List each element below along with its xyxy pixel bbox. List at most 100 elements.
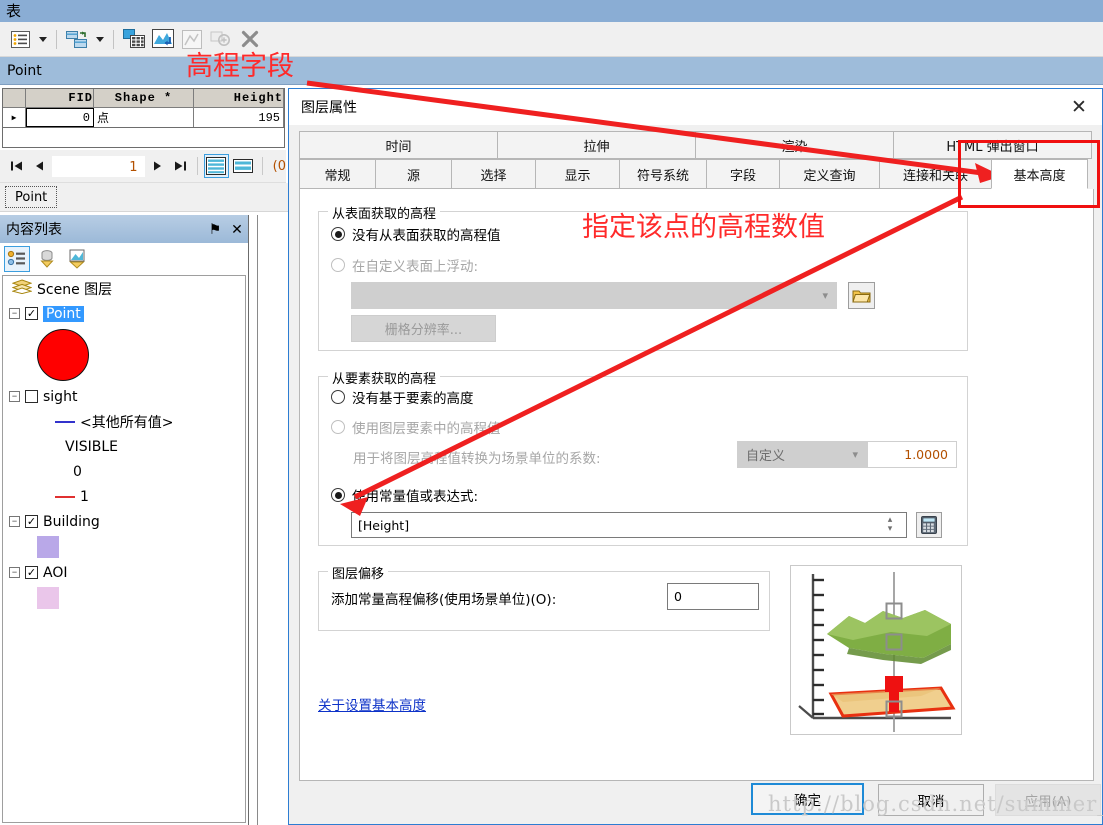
toc-header: 内容列表 ⚑ ✕	[0, 215, 248, 243]
sidebar-item-sight[interactable]: − sight	[3, 384, 245, 409]
table-header-shape[interactable]: Shape *	[94, 89, 194, 108]
expander-icon-sight[interactable]: −	[9, 391, 20, 402]
dropdown-caret-icon-2[interactable]	[93, 26, 106, 52]
group-title-surfaces: 从表面获取的高程	[328, 203, 441, 222]
radio-float-on-custom-surface[interactable]: 在自定义表面上浮动:	[331, 255, 478, 275]
raster-resolution-button[interactable]: 栅格分辨率...	[351, 315, 496, 342]
record-count-label: (0	[272, 158, 286, 174]
toc-tree[interactable]: Scene 图层 − ✓ Point − sight <其他所有值> VISIB…	[2, 275, 246, 823]
expression-input[interactable]: [Height] ▴ ▾	[351, 512, 907, 538]
table-header-height[interactable]: Height	[194, 89, 284, 108]
tab-source[interactable]: 源	[375, 159, 452, 189]
tab-symbology[interactable]: 符号系统	[619, 159, 707, 189]
show-selected-records-button[interactable]	[231, 154, 256, 178]
sidebar-item-building[interactable]: − ✓ Building	[3, 509, 245, 534]
attribute-table-grid[interactable]: FID Shape * Height 0 点 195	[2, 88, 285, 128]
toc-title: 内容列表	[6, 222, 62, 238]
radio-use-constant-or-expression-indicator[interactable]	[331, 488, 345, 502]
expander-icon-point[interactable]: −	[9, 308, 20, 319]
radio-float-on-custom-surface-indicator[interactable]	[331, 258, 345, 272]
symbol-point-circle[interactable]	[3, 326, 245, 384]
surface-source-combo[interactable]: ▾	[351, 282, 837, 309]
radio-no-feature-based-heights-indicator[interactable]	[331, 390, 345, 404]
help-link-base-heights[interactable]: 关于设置基本高度	[318, 694, 426, 714]
pin-icon[interactable]: ⚑	[204, 215, 226, 243]
open-folder-icon[interactable]	[848, 282, 875, 309]
last-record-button[interactable]	[170, 155, 191, 177]
offset-input[interactable]: 0	[667, 583, 759, 610]
chevron-down-icon-2[interactable]: ▾	[852, 448, 858, 461]
symbol-other-values[interactable]: <其他所有值>	[3, 409, 245, 434]
select-related-records-icon[interactable]	[150, 26, 176, 52]
symbol-building-fill[interactable]	[3, 534, 245, 560]
tab-selection[interactable]: 选择	[451, 159, 536, 189]
cell-height[interactable]: 195	[194, 108, 284, 127]
radio-use-feature-elevation[interactable]: 使用图层要素中的高程值	[331, 417, 501, 437]
expression-spinner[interactable]: ▴ ▾	[880, 516, 900, 534]
radio-no-surface-elevation-indicator[interactable]	[331, 227, 345, 241]
symbol-value-one[interactable]: 1	[3, 484, 245, 509]
dialog-tabs: 时间 拉伸 渲染 HTML 弹出窗口 常规 源 选择 显示 符号系统 字段 定义…	[299, 131, 1094, 189]
radio-no-surface-elevation[interactable]: 没有从表面获取的高程值	[331, 224, 501, 244]
tab-definition-query[interactable]: 定义查询	[779, 159, 880, 189]
sidebar-item-aoi[interactable]: − ✓ AOI	[3, 560, 245, 585]
table-of-contents-panel: 内容列表 ⚑ ✕ Scene 图层 − ✓ Point − sight <其他所…	[0, 215, 248, 825]
tab-fields[interactable]: 字段	[706, 159, 780, 189]
related-tables-icon[interactable]	[64, 26, 90, 52]
tab-joins-relates[interactable]: 连接和关联	[879, 159, 992, 189]
tab-html-popup[interactable]: HTML 弹出窗口	[893, 131, 1092, 159]
table-toolbar	[0, 22, 1103, 57]
select-by-attributes-icon[interactable]	[121, 26, 147, 52]
toc-root-scene-layers[interactable]: Scene 图层	[3, 276, 245, 301]
table-row[interactable]: 0 点 195	[3, 108, 284, 127]
previous-record-button[interactable]	[29, 155, 50, 177]
sidebar-item-point[interactable]: − ✓ Point	[3, 301, 245, 326]
list-by-source-icon[interactable]	[34, 246, 60, 272]
table-header-fid[interactable]: FID	[26, 89, 94, 108]
building-symbol-swatch[interactable]	[37, 536, 59, 558]
symbol-aoi-fill[interactable]	[3, 585, 245, 611]
next-record-button[interactable]	[147, 155, 168, 177]
cell-fid[interactable]: 0	[26, 108, 94, 127]
dropdown-caret-icon[interactable]	[36, 26, 49, 52]
table-tab-point[interactable]: Point	[5, 186, 58, 208]
expander-icon-building[interactable]: −	[9, 516, 20, 527]
tab-extrusion[interactable]: 拉伸	[497, 131, 696, 159]
row-marker[interactable]	[3, 108, 26, 127]
line-symbol-swatch-red[interactable]	[55, 495, 75, 498]
list-by-visibility-icon[interactable]	[64, 246, 90, 272]
expression-value: [Height]	[358, 517, 410, 533]
point-symbol-swatch[interactable]	[37, 329, 89, 381]
checkbox-aoi[interactable]: ✓	[25, 566, 38, 579]
conversion-factor-value[interactable]: 1.0000	[867, 441, 957, 468]
radio-use-constant-or-expression[interactable]: 使用常量值或表达式:	[331, 485, 478, 505]
radio-no-feature-based-heights[interactable]: 没有基于要素的高度	[331, 387, 474, 407]
close-icon[interactable]: ✕	[226, 215, 248, 243]
show-all-records-button[interactable]	[203, 154, 229, 178]
radio-use-feature-elevation-indicator[interactable]	[331, 420, 345, 434]
checkbox-point[interactable]: ✓	[25, 307, 38, 320]
checkbox-building[interactable]: ✓	[25, 515, 38, 528]
tab-rendering[interactable]: 渲染	[695, 131, 894, 159]
calculator-icon[interactable]	[916, 512, 942, 538]
spinner-down-icon[interactable]: ▾	[888, 525, 893, 534]
aoi-symbol-swatch[interactable]	[37, 587, 59, 609]
first-record-button[interactable]	[6, 155, 27, 177]
tab-general[interactable]: 常规	[299, 159, 376, 189]
close-icon[interactable]: ✕	[1056, 89, 1102, 125]
conversion-factor-combo[interactable]: 自定义 ▾	[737, 441, 867, 468]
cell-shape[interactable]: 点	[94, 108, 194, 127]
line-symbol-swatch-blue[interactable]	[55, 420, 75, 423]
tab-time[interactable]: 时间	[299, 131, 498, 159]
nav-separator	[196, 157, 198, 175]
expander-icon-aoi[interactable]: −	[9, 567, 20, 578]
table-options-icon[interactable]	[7, 26, 33, 52]
current-record-input[interactable]: 1	[52, 155, 145, 177]
checkbox-sight[interactable]	[25, 390, 38, 403]
tab-display[interactable]: 显示	[535, 159, 620, 189]
chevron-down-icon[interactable]: ▾	[822, 289, 828, 302]
group-layer-offset: 图层偏移 添加常量高程偏移(使用场景单位)(O): 0	[318, 563, 770, 631]
list-by-drawing-order-icon[interactable]	[4, 246, 30, 272]
symbol-value-zero[interactable]: 0	[3, 459, 245, 484]
tab-base-heights[interactable]: 基本高度	[991, 159, 1088, 189]
